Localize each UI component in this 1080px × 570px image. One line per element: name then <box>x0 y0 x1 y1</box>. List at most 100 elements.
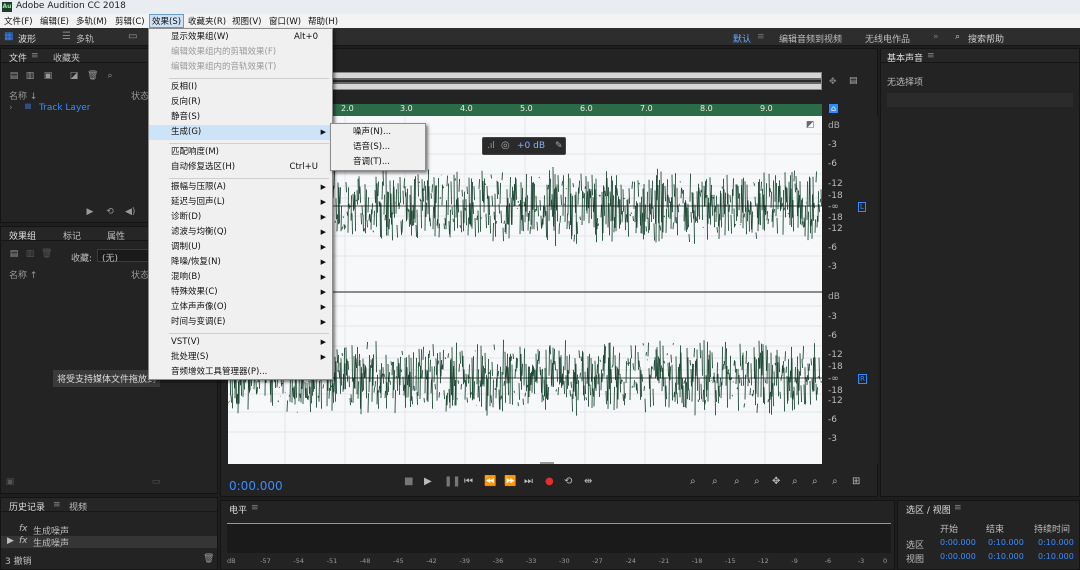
search-files-icon[interactable]: ⌕ <box>105 71 115 81</box>
play-icon[interactable]: ▶ <box>424 476 432 487</box>
new-file-icon[interactable]: ▣ <box>43 71 53 81</box>
selection-start[interactable]: 0:00.000 <box>940 538 976 547</box>
menu-item-vst[interactable]: VST(V) ▶ <box>149 335 332 350</box>
submenu-item-speech[interactable]: 语音(S)... <box>331 140 425 155</box>
expand-icon[interactable]: › <box>9 103 13 113</box>
menu-item-generate[interactable]: 生成(G) ▶ <box>149 125 332 140</box>
menu-multitrack[interactable]: 多轨(M) <box>76 15 107 27</box>
menu-item-stereo[interactable]: 立体声声像(O) ▶ <box>149 300 332 315</box>
zoom-out-icon[interactable]: ⌕ <box>754 476 760 487</box>
tab-files[interactable]: 文件 <box>9 51 27 64</box>
hud-icon[interactable]: ▭ <box>128 31 137 42</box>
rack-copy-icon[interactable]: ▥ <box>25 249 35 259</box>
selection-end[interactable]: 0:10.000 <box>988 538 1024 547</box>
channel-left-button[interactable]: L <box>858 202 866 212</box>
zoom-right-icon[interactable]: ⌕ <box>832 476 838 487</box>
search-help-input[interactable]: 搜索帮助 <box>968 32 1004 45</box>
menu-item-amplitude[interactable]: 振幅与压限(A) ▶ <box>149 180 332 195</box>
history-trash-icon[interactable]: 🗑 <box>203 554 214 564</box>
channel-right-button[interactable]: R <box>858 374 867 384</box>
go-end-icon[interactable]: ⏭ <box>524 476 533 487</box>
menu-item-auto-heal[interactable]: 自动修复选区(H) Ctrl+U <box>149 160 332 175</box>
submenu-item-noise[interactable]: 噪声(N)... <box>331 125 425 140</box>
tab-markers[interactable]: 标记 <box>63 229 81 242</box>
record-icon[interactable]: ● <box>545 476 554 487</box>
menu-effects[interactable]: 效果(S) <box>149 14 185 28</box>
zoom-amp-in-icon[interactable]: ⌕ <box>690 476 696 487</box>
menu-window[interactable]: 窗口(W) <box>269 15 301 27</box>
trash-icon[interactable]: 🗑 <box>87 71 98 81</box>
tab-favorites[interactable]: 收藏夹 <box>53 51 80 64</box>
submenu-item-tones[interactable]: 音调(T)... <box>331 155 425 170</box>
pause-icon[interactable]: ❚❚ <box>444 476 461 487</box>
menu-item-silence[interactable]: 静音(S) <box>149 110 332 125</box>
tab-history[interactable]: 历史记录 <box>9 500 45 513</box>
menu-item-batch[interactable]: 批处理(S) ▶ <box>149 350 332 365</box>
editor-settings-icon[interactable]: ▤ <box>849 76 858 86</box>
menu-file[interactable]: 文件(F) <box>4 15 33 27</box>
view-end[interactable]: 0:10.000 <box>988 552 1024 561</box>
essential-menu-icon[interactable]: ≡ <box>927 51 935 61</box>
loop-icon[interactable]: ⟲ <box>105 207 115 217</box>
workspace-menu-icon[interactable]: ≡ <box>757 32 765 42</box>
file-item[interactable]: Track Layer <box>39 103 91 113</box>
rack-col-status[interactable]: 状态 <box>131 268 149 281</box>
selection-menu-icon[interactable]: ≡ <box>954 503 962 513</box>
tab-effects-rack[interactable]: 效果组 <box>9 229 36 242</box>
menu-favorites[interactable]: 收藏夹(R) <box>188 15 226 27</box>
view-start[interactable]: 0:00.000 <box>940 552 976 561</box>
insert-icon[interactable]: ◪ <box>69 71 79 81</box>
menu-item-diagnostics[interactable]: 诊断(D) ▶ <box>149 210 332 225</box>
tab-video[interactable]: 视频 <box>69 500 87 513</box>
stop-icon[interactable]: ■ <box>404 476 413 487</box>
files-menu-icon[interactable]: ≡ <box>31 51 39 61</box>
import-icon[interactable]: ▥ <box>25 71 35 81</box>
selection-duration[interactable]: 0:10.000 <box>1038 538 1074 547</box>
view-duration[interactable]: 0:10.000 <box>1038 552 1074 561</box>
loop-playback-icon[interactable]: ⟲ <box>564 476 572 487</box>
skip-selection-icon[interactable]: ⇹ <box>584 476 592 487</box>
rack-trash-icon[interactable]: 🗑 <box>41 249 52 259</box>
history-menu-icon[interactable]: ≡ <box>53 500 61 510</box>
files-col-name[interactable]: 名称 ↓ <box>9 89 37 102</box>
menu-item-special[interactable]: 特殊效果(C) ▶ <box>149 285 332 300</box>
fast-forward-icon[interactable]: ⏩ <box>504 476 516 487</box>
zoom-icon[interactable]: ✥ <box>829 77 837 87</box>
workspace-radio[interactable]: 无线电作品 <box>865 32 910 45</box>
level-menu-icon[interactable]: ≡ <box>251 503 259 513</box>
rewind-icon[interactable]: ⏪ <box>484 476 496 487</box>
zoom-amp-out-icon[interactable]: ⌕ <box>712 476 718 487</box>
play-icon[interactable]: ▶ <box>85 207 95 217</box>
rack-folder-icon[interactable]: ▤ <box>9 249 19 259</box>
menu-item-modulation[interactable]: 调制(U) ▶ <box>149 240 332 255</box>
rack-col-name[interactable]: 名称 ↑ <box>9 268 37 281</box>
menu-item-reverb[interactable]: 混响(B) ▶ <box>149 270 332 285</box>
waveform-mode-button[interactable]: 波形 <box>18 32 36 45</box>
menu-help[interactable]: 帮助(H) <box>308 15 338 27</box>
menu-item-reverse[interactable]: 反向(R) <box>149 95 332 110</box>
power-icon[interactable]: ▣ <box>5 477 15 487</box>
menu-item-match-loudness[interactable]: 匹配响度(M) <box>149 145 332 160</box>
open-file-icon[interactable]: ▤ <box>9 71 19 81</box>
autoplay-icon[interactable]: ◀) <box>125 207 135 217</box>
workspace-edit-video[interactable]: 编辑音频到视频 <box>779 32 842 45</box>
menu-item-plugin-manager[interactable]: 音频增效工具管理器(P)... <box>149 365 332 380</box>
menu-item-time-pitch[interactable]: 时间与变调(E) ▶ <box>149 315 332 330</box>
files-col-status[interactable]: 状态 <box>131 89 149 102</box>
menu-item-show-rack[interactable]: 显示效果组(W) Alt+0 <box>149 30 332 45</box>
history-item-selected[interactable]: ▶ fx 生成噪声 <box>1 536 217 549</box>
go-start-icon[interactable]: ⏮ <box>464 476 473 487</box>
tab-properties[interactable]: 属性 <box>107 229 125 242</box>
menu-item-filter-eq[interactable]: 滤波与均衡(Q) ▶ <box>149 225 332 240</box>
hud-corner-icon[interactable]: ◩ <box>806 120 815 130</box>
apply-icon[interactable]: ▭ <box>151 477 161 487</box>
zoom-in-icon[interactable]: ⌕ <box>734 476 740 487</box>
menu-item-noise-reduction[interactable]: 降噪/恢复(N) ▶ <box>149 255 332 270</box>
menu-item-invert[interactable]: 反相(I) <box>149 80 332 95</box>
volume-value[interactable]: +0 dB <box>517 141 545 151</box>
multitrack-mode-button[interactable]: 多轨 <box>76 32 94 45</box>
zoom-fit-icon[interactable]: ⊞ <box>852 476 860 487</box>
menu-item-edit-track-effects[interactable]: 编辑效果组内的音轨效果(T) <box>149 60 332 75</box>
zoom-selection-icon[interactable]: ⌕ <box>792 476 798 487</box>
menu-edit[interactable]: 编辑(E) <box>40 15 69 27</box>
